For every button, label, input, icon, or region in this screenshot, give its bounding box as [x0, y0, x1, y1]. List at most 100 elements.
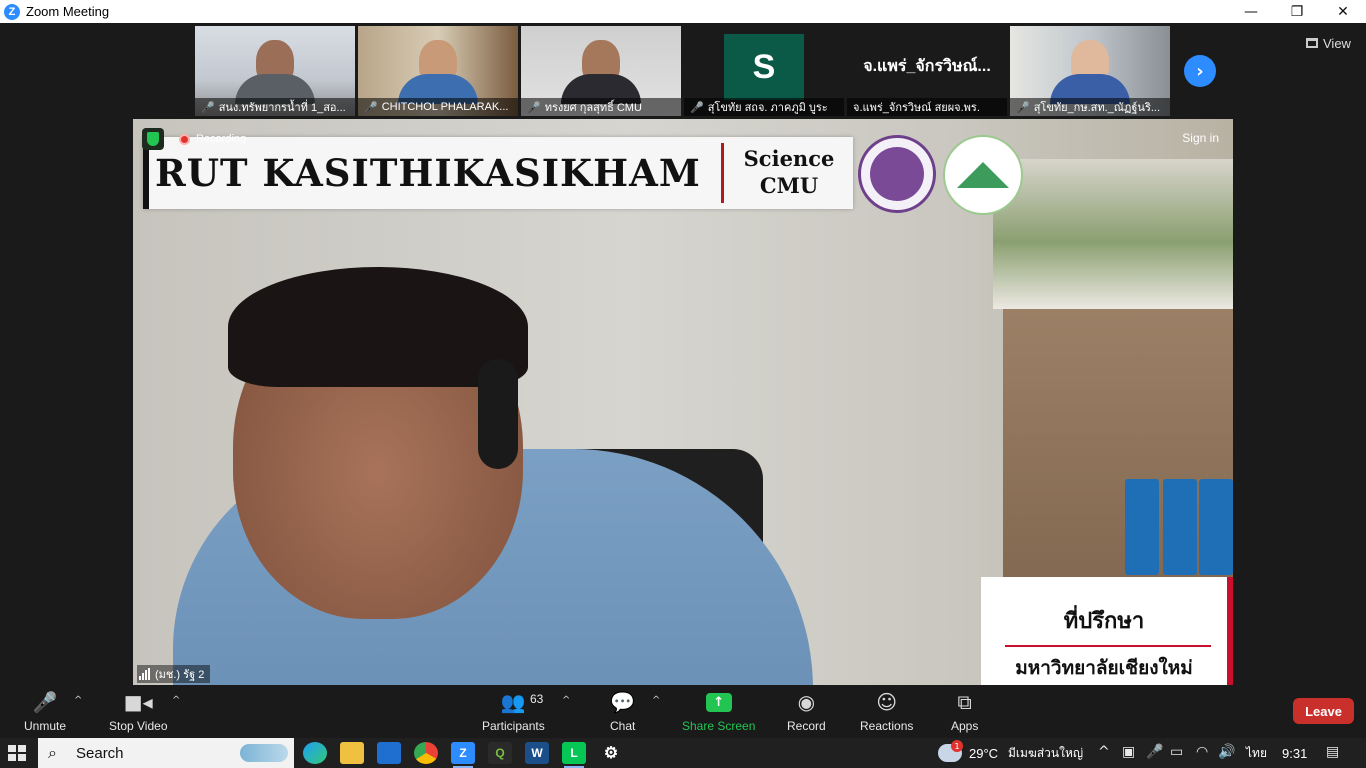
view-button[interactable]: View [1306, 33, 1351, 53]
muted-mic-icon: 🎤 [364, 100, 378, 114]
maximize-button[interactable]: ❐ [1274, 0, 1320, 23]
participant-name: สุโขทัย สถจ. ภาคภูมิ บูระ [707, 102, 828, 114]
participant-namebar: 🎤 ทรงยศ กุลสุทธิ์ CMU [521, 98, 681, 116]
participant-namebar: จ.แพร่_จักรวิษณ์ สยผจ.พร. [847, 98, 1007, 116]
headphone-icon [478, 359, 518, 469]
search-icon: ⌕ [48, 743, 57, 762]
input-language[interactable]: ไทย [1246, 738, 1267, 768]
ink-bottle [1199, 479, 1233, 575]
muted-mic-icon: 🎤 [1016, 100, 1030, 114]
participant-namebar: 🎤 CHITCHOL PHALARAK... [358, 98, 518, 116]
participant-name: จ.แพร่_จักรวิษณ์ สยผจ.พร. [853, 102, 980, 114]
audio-options-chevron-up-icon[interactable]: ^ [74, 695, 82, 706]
meet-now-icon[interactable]: ▣ [1122, 744, 1135, 760]
banner-science: Science [743, 146, 835, 171]
participant-thumbnail[interactable]: 🎤 CHITCHOL PHALARAK... [358, 26, 518, 116]
active-speaker-video[interactable]: RUT KASITHIKASIKHAM Science CMU Recordin… [133, 119, 1233, 685]
apps-icon: ⧉ [957, 690, 972, 714]
share-screen-icon: ↑ [705, 689, 732, 715]
muted-mic-icon: 🎤 [32, 690, 58, 714]
windows-start-icon[interactable] [8, 745, 26, 761]
encryption-shield-icon[interactable] [142, 128, 164, 150]
next-page-button[interactable]: › [1184, 55, 1216, 87]
shelf-items [993, 159, 1233, 309]
advisor-title: ที่ปรึกษา [1063, 609, 1145, 634]
advisor-university: มหาวิทยาลัยเชียงใหม่ [1015, 657, 1193, 679]
weather-badge: 1 [951, 740, 963, 752]
minimize-button[interactable]: — [1228, 0, 1274, 23]
apps-button[interactable]: ⧉ Apps [951, 689, 978, 733]
stop-video-button[interactable]: ■◂ Stop Video [109, 689, 168, 733]
reactions-button[interactable]: ☺ Reactions [860, 689, 913, 733]
meeting-toolbar: 🎤 Unmute ^ ■◂ Stop Video ^ 👥 Participant… [0, 685, 1366, 738]
tray-chevron-up-icon[interactable]: ^ [1098, 744, 1110, 760]
signal-strength-icon [139, 668, 150, 680]
file-explorer-icon[interactable] [340, 742, 364, 764]
participant-thumbnail[interactable]: 🎤 สุโขทัย_กษ.สท._ณัฏฐ์นริ... [1010, 26, 1170, 116]
record-button[interactable]: ◉ Record [787, 689, 826, 733]
weather-description[interactable]: มีเมฆส่วนใหญ่ [1008, 738, 1083, 768]
recording-indicator[interactable]: Recording [179, 133, 246, 145]
participant-display-name: จ.แพร่_จักรวิษณ์... [863, 58, 991, 75]
weather-temperature[interactable]: 29°C [969, 738, 998, 768]
video-options-chevron-up-icon[interactable]: ^ [172, 695, 180, 706]
participant-thumbnail[interactable]: จ.แพร่_จักรวิษณ์... จ.แพร่_จักรวิษณ์ สยผ… [847, 26, 1007, 116]
chat-button[interactable]: 💬 Chat [610, 689, 635, 733]
volume-icon[interactable]: 🔊 [1218, 744, 1235, 760]
zoom-logo-icon: Z [4, 3, 20, 20]
sign-in-link[interactable]: Sign in [1182, 131, 1219, 145]
zoom-taskbar-icon[interactable]: Z [451, 742, 475, 768]
view-label: View [1323, 35, 1351, 51]
shield-icon [147, 132, 159, 146]
share-screen-label: Share Screen [682, 719, 756, 733]
participants-label: Participants [482, 719, 545, 733]
window-title: Zoom Meeting [26, 4, 110, 19]
qgis-icon[interactable]: Q [488, 742, 512, 764]
battery-icon[interactable]: ▭ [1170, 744, 1183, 760]
participant-name: สุโขทัย_กษ.สท._ณัฏฐ์นริ... [1033, 102, 1161, 114]
participant-thumbnail[interactable]: 🎤 สนง.ทรัพยากรน้ำที่ 1_สอ... [195, 26, 355, 116]
recording-dot-icon [179, 133, 190, 145]
share-screen-button[interactable]: ↑ Share Screen [682, 689, 755, 733]
clock-time[interactable]: 9:31 [1282, 738, 1307, 768]
participants-options-chevron-up-icon[interactable]: ^ [562, 695, 570, 706]
speaker-namebar: (มช.) รัฐ 2 [137, 665, 211, 683]
word-icon[interactable]: W [525, 742, 549, 764]
reactions-label: Reactions [860, 719, 914, 733]
chat-bubble-icon: 💬 [610, 690, 636, 714]
participant-name: ทรงยศ กุลสุทธิ์ CMU [544, 102, 642, 114]
participant-namebar: 🎤 สุโขทัย_กษ.สท._ณัฏฐ์นริ... [1010, 98, 1170, 116]
participant-strip: 🎤 สนง.ทรัพยากรน้ำที่ 1_สอ... 🎤 CHITCHOL … [195, 26, 1170, 116]
taskbar-search-box[interactable]: ⌕ Search [38, 738, 294, 768]
video-camera-icon: ■◂ [123, 690, 153, 714]
ink-bottle [1125, 479, 1159, 575]
participant-thumbnail[interactable]: 🎤 ทรงยศ กุลสุทธิ์ CMU [521, 26, 681, 116]
speaker-name: (มช.) รัฐ 2 [155, 669, 205, 681]
wifi-icon[interactable]: ◠ [1196, 744, 1208, 760]
gallery-view-icon [1306, 38, 1318, 48]
chrome-icon[interactable] [414, 742, 438, 764]
chat-label: Chat [610, 719, 636, 733]
leave-button[interactable]: Leave [1293, 698, 1354, 724]
muted-mic-icon: 🎤 [690, 100, 704, 114]
mail-icon[interactable] [377, 742, 401, 764]
close-button[interactable]: ✕ [1320, 0, 1366, 23]
participant-name: สนง.ทรัพยากรน้ำที่ 1_สอ... [218, 102, 346, 114]
participant-thumbnail[interactable]: S 🎤 สุโขทัย สถจ. ภาคภูมิ บูระ [684, 26, 844, 116]
search-text: Search [76, 744, 124, 762]
settings-gear-icon[interactable]: ⚙ [599, 742, 623, 764]
advisor-underline [1005, 645, 1211, 647]
search-highlight-image [240, 744, 288, 762]
microphone-icon[interactable]: 🎤 [1146, 744, 1163, 760]
muted-mic-icon: 🎤 [201, 100, 215, 114]
notifications-icon[interactable]: ▤ [1326, 744, 1339, 760]
banner-name: RUT KASITHIKASIKHAM [155, 151, 701, 195]
title-bar: Z Zoom Meeting — ❐ ✕ [0, 0, 1366, 23]
line-app-icon[interactable]: L [562, 742, 586, 768]
unmute-button[interactable]: 🎤 Unmute [24, 689, 66, 733]
banner-divider [721, 143, 724, 203]
window-controls: — ❐ ✕ [1228, 0, 1366, 23]
participant-namebar: 🎤 สนง.ทรัพยากรน้ำที่ 1_สอ... [195, 98, 355, 116]
edge-browser-icon[interactable] [303, 742, 327, 764]
chat-options-chevron-up-icon[interactable]: ^ [652, 695, 660, 706]
